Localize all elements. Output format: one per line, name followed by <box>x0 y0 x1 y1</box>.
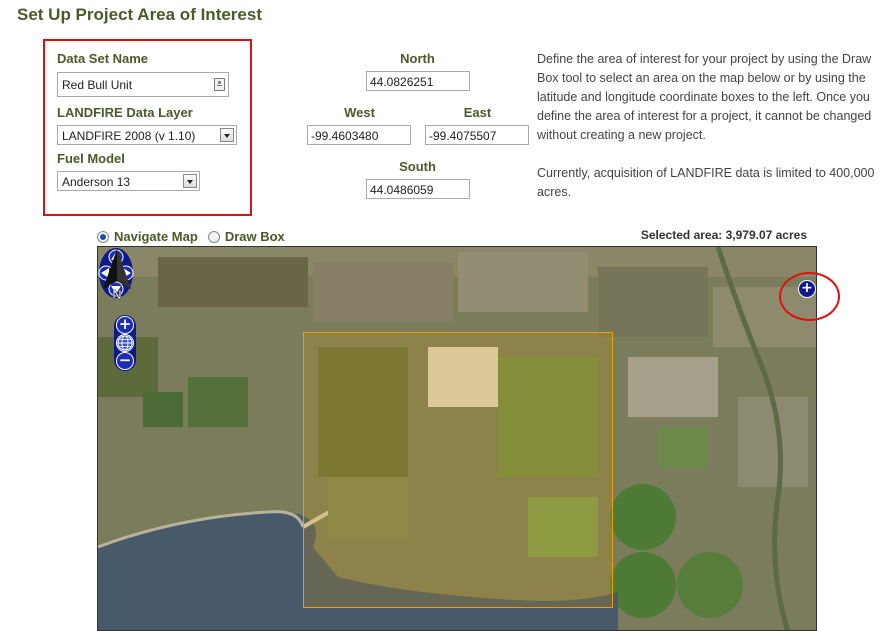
north-label: North <box>400 51 435 66</box>
instructions-text: Define the area of interest for your pro… <box>537 50 889 221</box>
map-viewport[interactable]: + − + N <box>97 246 817 631</box>
instructions-paragraph: Define the area of interest for your pro… <box>537 52 872 142</box>
fuel-model-label: Fuel Model <box>57 151 125 166</box>
landfire-layer-label: LANDFIRE Data Layer <box>57 105 193 120</box>
navigate-map-radio[interactable] <box>97 230 109 243</box>
dataset-name-input[interactable]: Red Bull Unit <box>57 72 229 97</box>
fuel-model-select[interactable]: Anderson 13 <box>57 171 200 191</box>
area-of-interest-box[interactable] <box>303 332 613 608</box>
contact-card-icon[interactable] <box>214 78 225 91</box>
west-input[interactable]: -99.4603480 <box>307 125 411 145</box>
zoom-in-button[interactable]: + <box>116 316 134 334</box>
chevron-down-icon[interactable] <box>220 128 234 142</box>
navigate-map-label[interactable]: Navigate Map <box>114 229 198 244</box>
east-input[interactable]: -99.4075507 <box>425 125 529 145</box>
draw-box-radio[interactable] <box>207 230 220 243</box>
dataset-name-value: Red Bull Unit <box>62 78 133 92</box>
dataset-name-label: Data Set Name <box>57 51 149 66</box>
draw-box-label[interactable]: Draw Box <box>225 229 285 244</box>
north-letter: N <box>112 287 121 302</box>
north-arrow-icon: N <box>103 249 131 302</box>
south-label: South <box>399 159 436 174</box>
acreage-limit-note: Currently, acquisition of LANDFIRE data … <box>537 166 875 199</box>
landfire-layer-value: LANDFIRE 2008 (v 1.10) <box>62 129 196 143</box>
globe-icon[interactable] <box>116 334 134 352</box>
navigate-map-option[interactable]: Navigate Map <box>97 229 198 244</box>
chevron-down-icon[interactable] <box>183 174 197 188</box>
north-input[interactable]: 44.0826251 <box>366 71 470 91</box>
selected-area-readout: Selected area: 3,979.07 acres <box>640 228 807 242</box>
east-label: East <box>463 105 492 120</box>
fuel-model-value: Anderson 13 <box>62 175 131 189</box>
west-label: West <box>344 105 375 120</box>
layer-switcher-highlight <box>779 272 840 321</box>
map-mode-selector: Navigate Map Draw Box <box>97 229 295 244</box>
south-input[interactable]: 44.0486059 <box>366 179 470 199</box>
zoom-control: + − <box>114 315 136 371</box>
draw-box-option[interactable]: Draw Box <box>207 229 285 244</box>
page-title: Set Up Project Area of Interest <box>17 5 262 24</box>
zoom-out-button[interactable]: − <box>116 352 134 370</box>
landfire-layer-select[interactable]: LANDFIRE 2008 (v 1.10) <box>57 125 237 145</box>
